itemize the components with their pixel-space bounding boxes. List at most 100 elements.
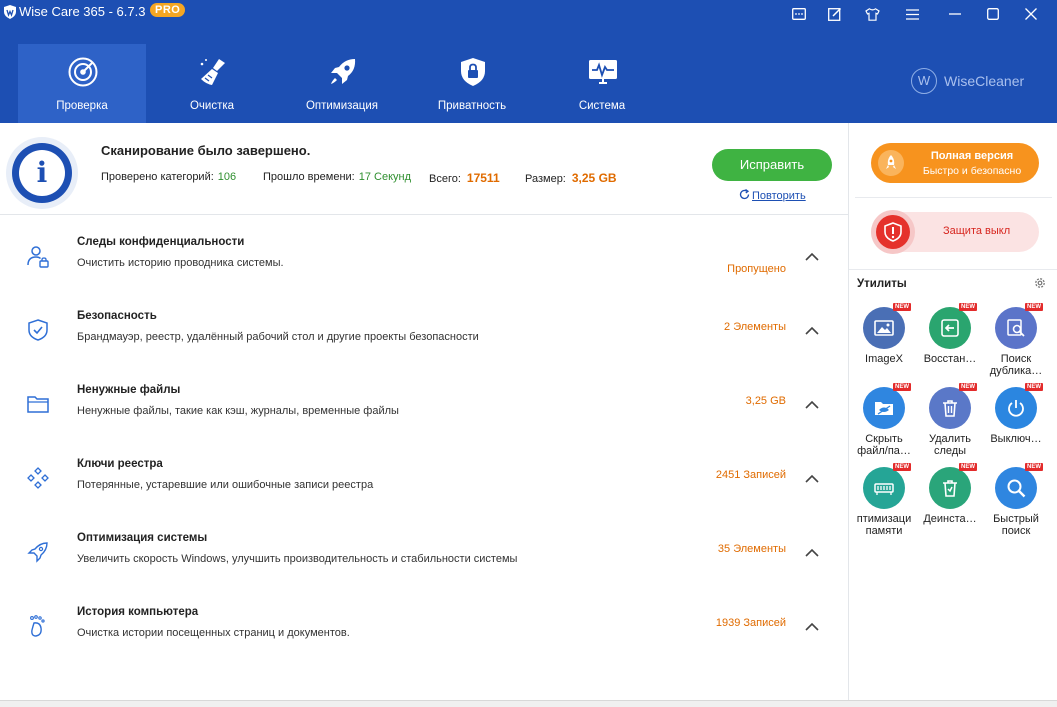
brand-name: WiseCleaner	[944, 73, 1025, 89]
tool-uninstaller[interactable]: NEW Деинста…	[917, 463, 983, 545]
memory-chip-icon	[863, 467, 905, 509]
app-logo-icon	[4, 5, 16, 19]
folder-icon	[27, 396, 49, 413]
category-computer-history[interactable]: История компьютера Очистка истории посещ…	[0, 596, 848, 670]
category-description: Брандмауэр, реестр, удалённый рабочий ст…	[77, 331, 479, 343]
category-status: 2451 Записей	[715, 469, 786, 481]
category-junk-files[interactable]: Ненужные файлы Ненужные файлы, такие как…	[0, 374, 848, 448]
protection-label: Защита выкл	[943, 225, 1011, 237]
category-description: Очистка истории посещенных страниц и док…	[77, 627, 350, 639]
trash-icon	[929, 387, 971, 429]
tool-hide-files[interactable]: NEW Скрыть файл/па…	[851, 383, 917, 465]
new-badge: NEW	[893, 463, 911, 471]
chevron-up-icon[interactable]	[803, 618, 821, 636]
tool-recovery[interactable]: NEW Восстан…	[917, 303, 983, 385]
retry-link[interactable]: Повторить	[739, 188, 806, 202]
menu-icon[interactable]	[902, 4, 922, 24]
refresh-icon	[739, 188, 750, 200]
divider	[855, 197, 1052, 198]
category-description: Ненужные файлы, такие как кэш, журналы, …	[77, 405, 399, 417]
new-badge: NEW	[893, 383, 911, 391]
duplicate-search-icon	[995, 307, 1037, 349]
stat-size: Размер: 3,25 GB	[525, 171, 617, 185]
chevron-up-icon[interactable]	[803, 322, 821, 340]
tool-fast-search[interactable]: NEW Быстрый поиск	[983, 463, 1049, 545]
broom-icon	[200, 59, 225, 85]
tool-label: Удалить следы	[929, 433, 971, 457]
new-badge: NEW	[959, 463, 977, 471]
minimize-icon[interactable]	[945, 4, 965, 24]
close-icon[interactable]	[1021, 4, 1041, 24]
scan-summary: i Сканирование было завершено. Проверено…	[0, 123, 848, 215]
privacy-shield-icon	[461, 58, 485, 86]
tool-label: Восстан…	[923, 353, 977, 365]
category-status: Пропущено	[727, 263, 786, 275]
utilities-title: Утилиты	[857, 278, 907, 290]
footprint-icon	[30, 615, 45, 637]
category-privacy-traces[interactable]: Следы конфиденциальности Очистить истори…	[0, 226, 848, 300]
chevron-up-icon[interactable]	[803, 544, 821, 562]
full-version-subtitle: Быстро и безопасно	[922, 165, 1022, 177]
tool-label: Деинста…	[923, 513, 977, 525]
new-badge: NEW	[1025, 463, 1043, 471]
radar-icon	[68, 57, 98, 87]
chevron-up-icon[interactable]	[803, 248, 821, 266]
brand-logo-icon: W	[911, 68, 937, 94]
new-badge: NEW	[1025, 303, 1043, 311]
restore-icon	[929, 307, 971, 349]
divider	[849, 269, 1057, 270]
tab-clean[interactable]: Очистка	[148, 44, 276, 123]
right-panel: Полная версия Быстро и безопасно Защита …	[848, 123, 1057, 707]
full-version-button[interactable]: Полная версия Быстро и безопасно	[871, 143, 1039, 183]
shield-check-icon	[28, 319, 48, 341]
gear-icon[interactable]	[1033, 276, 1047, 290]
title-bar: Wise Care 365 - 6.7.3 PRO	[0, 0, 1057, 28]
category-system-optimization[interactable]: Оптимизация системы Увеличить скорость W…	[0, 522, 848, 596]
tab-system[interactable]: Система	[538, 44, 666, 123]
registry-diamonds-icon	[27, 467, 49, 489]
tab-scan[interactable]: Проверка	[18, 44, 146, 123]
chevron-up-icon[interactable]	[803, 470, 821, 488]
tool-erase-traces[interactable]: NEW Удалить следы	[917, 383, 983, 465]
monitor-icon	[589, 60, 617, 84]
skin-shirt-icon[interactable]	[862, 4, 882, 24]
edit-icon[interactable]	[825, 4, 845, 24]
app-title: Wise Care 365 - 6.7.3	[19, 4, 146, 19]
category-title: Оптимизация системы	[77, 532, 208, 544]
rocket-outline-icon	[27, 542, 48, 563]
tool-label: Скрыть файл/па…	[857, 433, 911, 457]
tab-label: Оптимизация	[305, 100, 379, 112]
feedback-icon[interactable]	[789, 4, 809, 24]
maximize-icon[interactable]	[983, 4, 1003, 24]
fix-button[interactable]: Исправить	[712, 149, 832, 181]
tab-optimize[interactable]: Оптимизация	[278, 44, 406, 123]
chevron-up-icon[interactable]	[803, 396, 821, 414]
tab-privacy[interactable]: Приватность	[408, 44, 536, 123]
category-title: История компьютера	[77, 606, 199, 618]
image-icon	[863, 307, 905, 349]
tab-label: Приватность	[437, 100, 507, 112]
category-status: 2 Элементы	[724, 321, 786, 333]
tool-imagex[interactable]: NEW ImageX	[851, 303, 917, 385]
category-description: Увеличить скорость Windows, улучшить про…	[77, 553, 518, 565]
tool-duplicate-finder[interactable]: NEW Поиск дублика…	[983, 303, 1049, 385]
tool-shutdown[interactable]: NEW Выключ…	[983, 383, 1049, 465]
scan-status-title: Сканирование было завершено.	[101, 143, 311, 158]
protection-toggle[interactable]: Защита выкл	[871, 210, 1039, 254]
category-title: Следы конфиденциальности	[77, 236, 245, 248]
category-description: Очистить историю проводника системы.	[77, 257, 284, 269]
tool-label: ImageX	[865, 353, 903, 365]
category-registry[interactable]: Ключи реестра Потерянные, устаревшие или…	[0, 448, 848, 522]
category-status: 1939 Записей	[715, 617, 786, 629]
power-icon	[995, 387, 1037, 429]
user-lock-icon	[27, 246, 49, 268]
info-icon: i	[6, 137, 78, 209]
full-version-title: Полная версия	[930, 150, 1014, 162]
stat-checked: Проверено категорий: 106	[101, 171, 237, 183]
stat-total: Всего: 17511	[429, 171, 500, 185]
tool-memory-optimizer[interactable]: NEW птимизаци памяти	[851, 463, 917, 545]
stat-elapsed: Прошло времени: 17 Секунд	[263, 171, 412, 183]
search-icon	[995, 467, 1037, 509]
category-security[interactable]: Безопасность Брандмауэр, реестр, удалённ…	[0, 300, 848, 374]
category-title: Ключи реестра	[77, 458, 163, 470]
